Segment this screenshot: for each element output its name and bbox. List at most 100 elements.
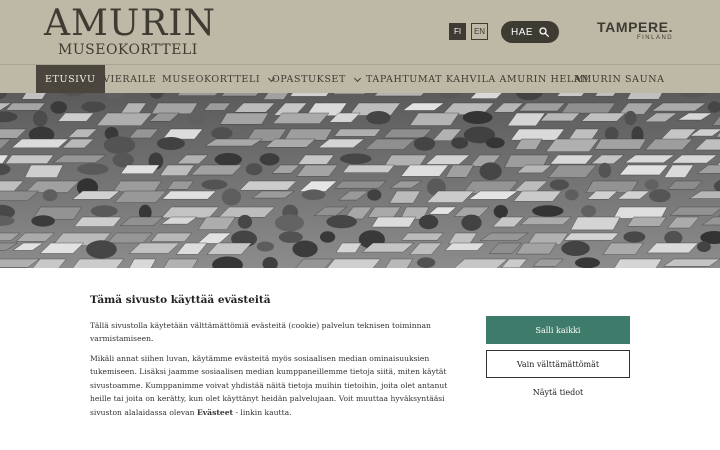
tree-shape bbox=[418, 214, 439, 230]
search-icon bbox=[539, 27, 549, 37]
tree-shape bbox=[319, 231, 336, 243]
tree-shape bbox=[156, 137, 185, 150]
house-roof bbox=[382, 128, 433, 139]
nav-label: AMURIN SAUNA bbox=[574, 74, 665, 85]
house-roof bbox=[161, 206, 220, 219]
house-roof bbox=[561, 102, 616, 114]
allow-all-button[interactable]: Salli kaikki bbox=[486, 316, 630, 344]
house-roof bbox=[613, 206, 668, 219]
house-roof bbox=[401, 232, 444, 241]
cookie-title: Tämä sivusto käyttää evästeitä bbox=[90, 294, 271, 306]
house-roof bbox=[161, 190, 217, 200]
show-details-link[interactable]: Näytä tiedot bbox=[486, 388, 630, 397]
tree-shape bbox=[50, 101, 68, 114]
nav-label: TAPAHTUMAT bbox=[366, 74, 443, 85]
tree-shape bbox=[624, 110, 637, 126]
house-roof bbox=[5, 102, 46, 111]
site-header: AMURIN MUSEOKORTTELI FI EN HAE TAMPERE. … bbox=[0, 0, 720, 64]
house-roof bbox=[333, 128, 382, 137]
search-button[interactable]: HAE bbox=[501, 21, 559, 43]
tree-shape bbox=[574, 257, 600, 268]
tree-shape bbox=[201, 179, 228, 190]
tree-shape bbox=[301, 189, 326, 200]
tampere-logo[interactable]: TAMPERE. FINLAND bbox=[597, 20, 673, 41]
tree-shape bbox=[42, 189, 58, 202]
tree-shape bbox=[565, 189, 579, 201]
search-button-label: HAE bbox=[510, 26, 534, 38]
tree-shape bbox=[549, 179, 569, 191]
house-roof bbox=[151, 102, 198, 115]
tree-shape bbox=[278, 231, 303, 243]
aerial-photo bbox=[0, 93, 720, 268]
house-roof bbox=[371, 216, 417, 228]
language-en-button[interactable]: EN bbox=[471, 23, 488, 40]
tree-shape bbox=[31, 215, 55, 227]
house-roof bbox=[614, 258, 663, 268]
nav-item-sauna[interactable]: AMURIN SAUNA bbox=[574, 65, 665, 94]
cookie-paragraph-1: Tällä sivustolla käytetään välttämättömi… bbox=[90, 321, 431, 344]
nav-item-kahvila[interactable]: KAHVILA AMURIN HELMI bbox=[446, 65, 589, 94]
house-roof bbox=[520, 216, 572, 225]
house-roof bbox=[516, 242, 557, 255]
tree-shape bbox=[598, 162, 612, 178]
tree-shape bbox=[367, 189, 382, 201]
language-fi-button[interactable]: FI bbox=[449, 23, 466, 40]
main-navigation: ETUSIVU VIERAILE MUSEOKORTTELI OPASTUKSE… bbox=[0, 64, 720, 94]
nav-label: ETUSIVU bbox=[45, 74, 96, 85]
tree-shape bbox=[187, 111, 206, 125]
tree-shape bbox=[413, 136, 436, 151]
house-roof bbox=[73, 216, 122, 227]
house-roof bbox=[283, 128, 333, 141]
house-roof bbox=[112, 180, 163, 193]
tree-shape bbox=[292, 240, 318, 258]
cookie-settings-link[interactable]: Evästeet bbox=[197, 408, 233, 417]
tree-shape bbox=[479, 162, 502, 181]
tree-shape bbox=[237, 214, 253, 229]
house-roof bbox=[570, 216, 621, 231]
house-roof bbox=[549, 154, 594, 165]
tree-shape bbox=[649, 189, 671, 203]
tree-shape bbox=[274, 214, 305, 232]
nav-item-etusivu[interactable]: ETUSIVU bbox=[36, 65, 105, 94]
tree-shape bbox=[604, 126, 619, 141]
house-roof bbox=[334, 180, 387, 189]
necessary-only-button[interactable]: Vain välttämättömät bbox=[486, 350, 630, 378]
logo-main-text: AMURIN bbox=[44, 3, 217, 44]
nav-label: MUSEOKORTTELI bbox=[162, 74, 261, 85]
tree-shape bbox=[214, 153, 242, 167]
nav-item-tapahtumat[interactable]: TAPAHTUMAT bbox=[366, 65, 442, 94]
tree-shape bbox=[462, 111, 493, 125]
house-roof bbox=[120, 164, 160, 174]
house-roof bbox=[150, 232, 193, 242]
hero-image bbox=[0, 93, 720, 268]
house-roof bbox=[11, 138, 69, 149]
tree-shape bbox=[451, 137, 469, 149]
nav-label: OPASTUKSET bbox=[272, 74, 346, 85]
tree-shape bbox=[86, 240, 117, 259]
tree-shape bbox=[697, 241, 711, 253]
cookie-paragraph-2-end: - linkin kautta. bbox=[235, 407, 292, 417]
chevron-down-icon bbox=[353, 74, 361, 82]
house-roof bbox=[326, 258, 381, 268]
house-roof bbox=[219, 112, 269, 125]
nav-item-vieraile[interactable]: VIERAILE bbox=[103, 65, 156, 94]
tree-shape bbox=[32, 110, 48, 127]
house-roof bbox=[619, 164, 669, 176]
cookie-consent-panel: Tämä sivusto käyttää evästeitä Tällä siv… bbox=[0, 268, 720, 450]
tampere-logo-main: TAMPERE. bbox=[597, 19, 674, 35]
nav-item-opastukset[interactable]: OPASTUKSET bbox=[272, 65, 361, 94]
nav-item-museokortteli[interactable]: MUSEOKORTTELI bbox=[162, 65, 276, 94]
nav-label: VIERAILE bbox=[103, 74, 157, 85]
tree-shape bbox=[532, 205, 564, 217]
house-roof bbox=[342, 164, 395, 173]
site-logo[interactable]: AMURIN MUSEOKORTTELI bbox=[44, 3, 217, 58]
house-roof bbox=[272, 112, 330, 124]
tree-shape bbox=[81, 101, 106, 113]
house-roof bbox=[239, 180, 297, 191]
tree-shape bbox=[256, 241, 275, 252]
house-roof bbox=[5, 154, 55, 164]
house-roof bbox=[518, 102, 566, 112]
house-roof bbox=[626, 216, 667, 227]
tree-shape bbox=[561, 240, 590, 257]
house-roof bbox=[24, 164, 64, 178]
